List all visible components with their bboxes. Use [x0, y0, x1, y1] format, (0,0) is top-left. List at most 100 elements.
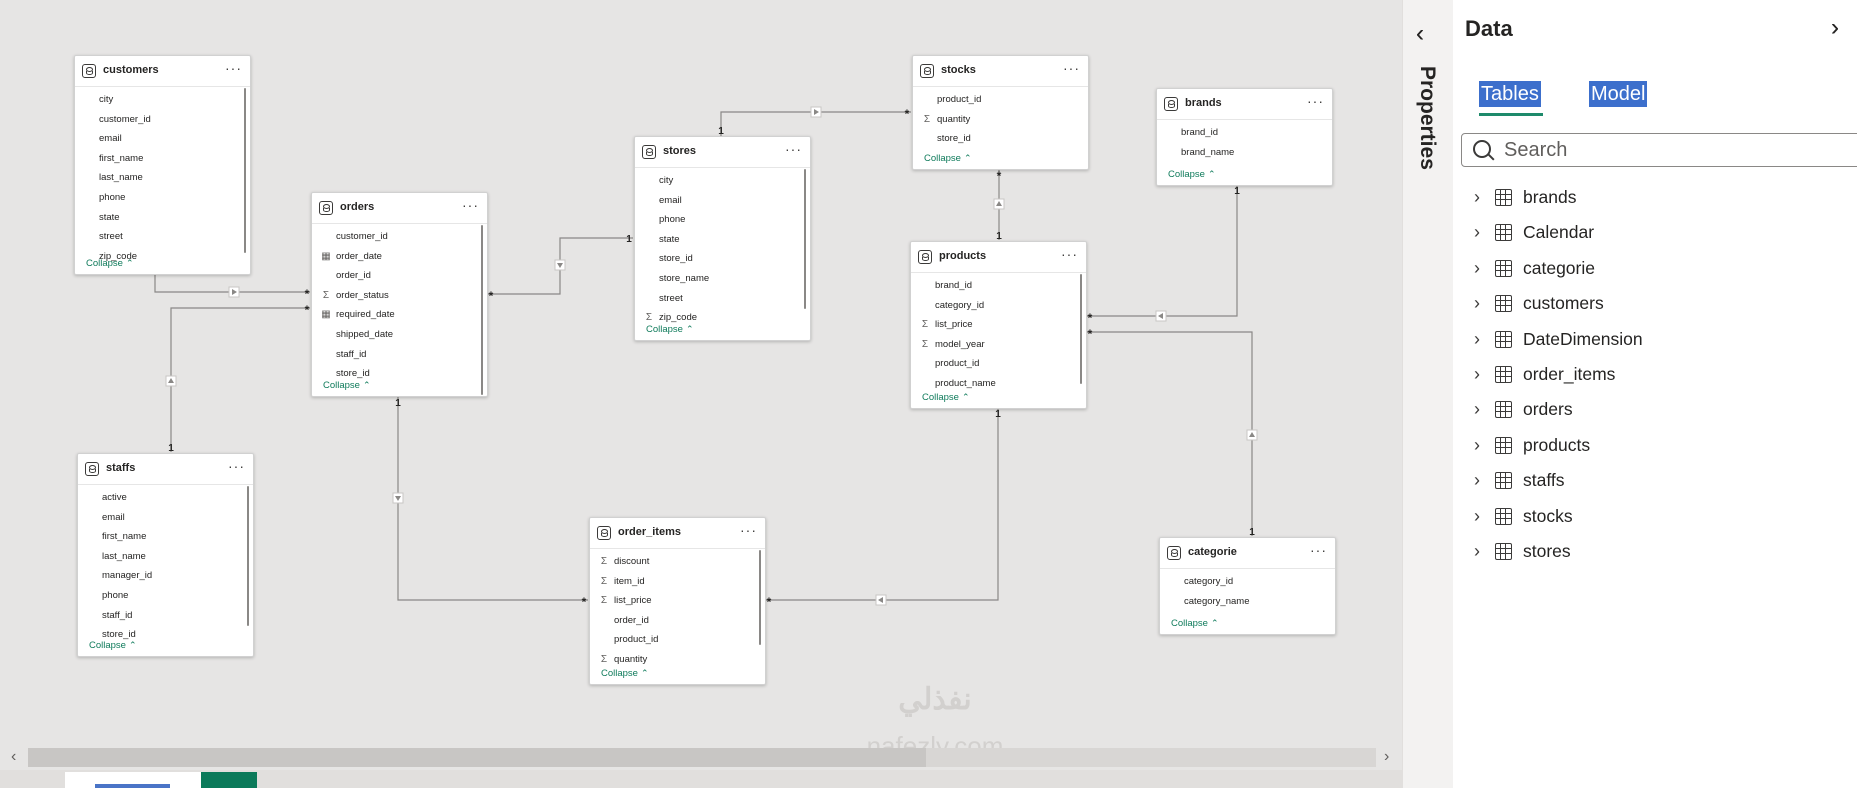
field-list-scrollbar[interactable]: [804, 169, 806, 309]
field-row[interactable]: Σitem_id: [590, 572, 765, 592]
more-options-icon[interactable]: ···: [740, 522, 757, 538]
table-card-header[interactable]: customers ···: [75, 56, 250, 87]
relationship-stores-stocks[interactable]: 1*: [718, 106, 911, 137]
table-list-item[interactable]: › stocks: [1453, 499, 1857, 534]
field-row[interactable]: brand_name: [1157, 143, 1332, 163]
field-list-scrollbar[interactable]: [1080, 274, 1082, 384]
more-options-icon[interactable]: ···: [225, 60, 242, 76]
collapse-button[interactable]: Collapse: [924, 153, 972, 164]
relationship-line[interactable]: [170, 307, 310, 452]
field-row[interactable]: Σlist_price: [911, 315, 1086, 335]
field-row[interactable]: staff_id: [312, 345, 487, 365]
field-row[interactable]: staff_id: [78, 606, 253, 626]
search-input[interactable]: [1502, 136, 1846, 164]
horizontal-scrollbar-thumb[interactable]: [28, 748, 926, 767]
field-row[interactable]: category_id: [1160, 572, 1335, 592]
collapse-button[interactable]: Collapse: [1168, 169, 1216, 180]
table-list-item[interactable]: › Calendar: [1453, 215, 1857, 250]
more-options-icon[interactable]: ···: [1310, 542, 1327, 558]
table-list-item[interactable]: › staffs: [1453, 463, 1857, 498]
field-row[interactable]: first_name: [75, 149, 250, 169]
relationship-customers-orders[interactable]: *: [154, 274, 310, 301]
horizontal-scrollbar-track[interactable]: [926, 748, 1376, 767]
table-card-brands[interactable]: brands ··· brand_id brand_name Collapse: [1156, 88, 1333, 186]
tab-model[interactable]: Model: [1589, 81, 1648, 107]
relationship-line[interactable]: [397, 396, 588, 601]
relationship-line[interactable]: [765, 408, 999, 601]
table-card-header[interactable]: products ···: [911, 242, 1086, 273]
field-row[interactable]: brand_id: [911, 276, 1086, 296]
collapse-button[interactable]: Collapse: [601, 668, 649, 679]
collapse-button[interactable]: Collapse: [323, 380, 371, 391]
field-row[interactable]: manager_id: [78, 566, 253, 586]
field-row[interactable]: email: [78, 508, 253, 528]
chevron-right-icon[interactable]: ›: [1474, 534, 1480, 569]
field-row[interactable]: phone: [78, 586, 253, 606]
chevron-right-icon[interactable]: ›: [1474, 463, 1480, 498]
relationship-line[interactable]: [1086, 185, 1238, 317]
field-row[interactable]: street: [635, 289, 810, 309]
field-row[interactable]: order_id: [312, 266, 487, 286]
field-row[interactable]: Σquantity: [913, 110, 1088, 130]
more-options-icon[interactable]: ···: [785, 141, 802, 157]
field-row[interactable]: Σdiscount: [590, 552, 765, 572]
table-list-item[interactable]: › order_items: [1453, 357, 1857, 392]
chevron-right-icon[interactable]: ›: [1474, 499, 1480, 534]
more-options-icon[interactable]: ···: [1063, 60, 1080, 76]
table-card-order-items[interactable]: order_items ··· Σdiscount Σitem_id Σlist_pri…: [589, 517, 766, 685]
table-card-header[interactable]: stores ···: [635, 137, 810, 168]
scroll-left-icon[interactable]: ‹: [11, 748, 16, 766]
field-row[interactable]: Σorder_status: [312, 286, 487, 306]
model-canvas[interactable]: * 1 * 1 * 1 * 1 * 1 * 1 * 1 * 1 * customers ··· city custom…: [0, 0, 1402, 788]
field-row[interactable]: store_id: [635, 249, 810, 269]
relationship-brands-products[interactable]: 1*: [1086, 185, 1240, 325]
collapse-button[interactable]: Collapse: [646, 324, 694, 335]
field-list-scrollbar[interactable]: [244, 88, 246, 253]
field-row[interactable]: first_name: [78, 527, 253, 547]
field-row[interactable]: email: [75, 129, 250, 149]
relationship-staffs-orders[interactable]: 1*: [165, 303, 310, 454]
field-row[interactable]: ▦ order_date: [312, 247, 487, 267]
more-options-icon[interactable]: ···: [462, 197, 479, 213]
collapse-button[interactable]: Collapse: [86, 258, 134, 269]
field-row[interactable]: brand_id: [1157, 123, 1332, 143]
relationship-orders-order-items[interactable]: 1*: [392, 396, 588, 609]
field-row[interactable]: state: [635, 230, 810, 250]
table-card-stocks[interactable]: stocks ··· product_id Σquantity store_id Coll…: [912, 55, 1089, 170]
relationship-categorie-products[interactable]: 1*: [1086, 327, 1258, 538]
field-list-scrollbar[interactable]: [759, 550, 761, 645]
field-row[interactable]: Σlist_price: [590, 591, 765, 611]
more-options-icon[interactable]: ···: [1307, 93, 1324, 109]
table-card-header[interactable]: stocks ···: [913, 56, 1088, 87]
page-tab-add[interactable]: [201, 772, 257, 788]
field-row[interactable]: state: [75, 208, 250, 228]
field-row[interactable]: category_name: [1160, 592, 1335, 612]
field-row[interactable]: product_id: [913, 90, 1088, 110]
field-row[interactable]: city: [75, 90, 250, 110]
table-card-header[interactable]: staffs ···: [78, 454, 253, 485]
collapse-button[interactable]: Collapse: [922, 392, 970, 403]
tab-tables[interactable]: Tables: [1479, 81, 1541, 107]
chevron-right-icon[interactable]: ›: [1474, 180, 1480, 215]
table-list-item[interactable]: › customers: [1453, 286, 1857, 321]
table-list-item[interactable]: › brands: [1453, 180, 1857, 215]
table-card-categorie[interactable]: categorie ··· category_id category_name Coll…: [1159, 537, 1336, 635]
field-row[interactable]: last_name: [78, 547, 253, 567]
table-card-orders[interactable]: orders ··· customer_id ▦ order_date order_id Σ…: [311, 192, 488, 397]
chevron-right-icon[interactable]: ›: [1474, 286, 1480, 321]
table-card-customers[interactable]: customers ··· city customer_id email first_na…: [74, 55, 251, 275]
table-list-item[interactable]: › products: [1453, 428, 1857, 463]
table-list-item[interactable]: › stores: [1453, 534, 1857, 569]
search-box[interactable]: [1461, 133, 1857, 167]
table-card-header[interactable]: order_items ···: [590, 518, 765, 549]
relationship-line[interactable]: [1086, 331, 1253, 536]
table-list-item[interactable]: › orders: [1453, 392, 1857, 427]
field-list-scrollbar[interactable]: [247, 486, 249, 626]
field-row[interactable]: store_name: [635, 269, 810, 289]
more-options-icon[interactable]: ···: [1061, 246, 1078, 262]
field-row[interactable]: Σquantity: [590, 650, 765, 670]
properties-pane-label[interactable]: Properties: [1415, 66, 1439, 170]
field-row[interactable]: last_name: [75, 168, 250, 188]
relationship-products-order-items[interactable]: 1*: [765, 408, 1001, 609]
table-card-header[interactable]: categorie ···: [1160, 538, 1335, 569]
